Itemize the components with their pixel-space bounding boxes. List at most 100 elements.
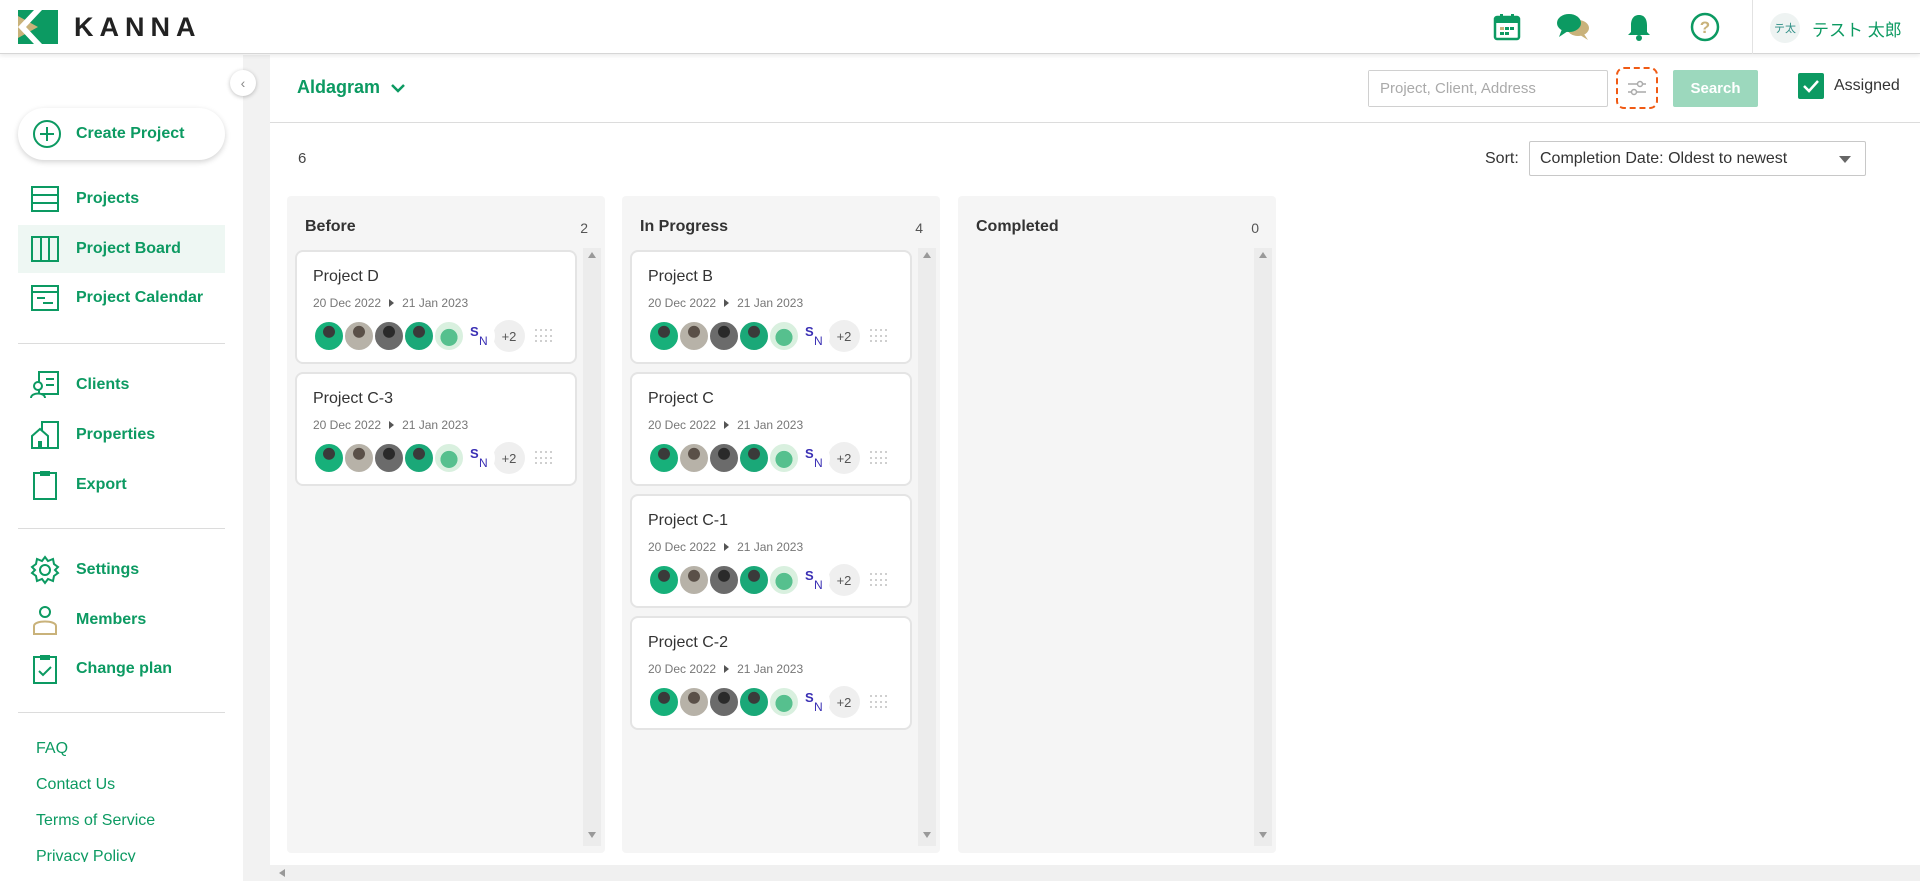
avatar-initials: SN	[798, 564, 830, 596]
card-title: Project C-1	[648, 512, 729, 529]
column-title: In Progress	[640, 218, 729, 235]
card-date-range: 20 Dec 2022 21 Jan 2023	[648, 296, 803, 310]
arrow-right-icon	[389, 421, 395, 429]
clipboard-check-icon	[30, 654, 60, 684]
chat-icon[interactable]	[1556, 10, 1590, 44]
faq-link[interactable]: FAQ	[36, 740, 68, 758]
sidebar-item-label: Members	[76, 611, 147, 628]
drag-handle-icon[interactable]	[535, 451, 553, 465]
sidebar-item-project-board[interactable]: Project Board	[18, 225, 225, 273]
drag-handle-icon[interactable]	[870, 573, 888, 587]
scroll-down-icon[interactable]	[923, 832, 931, 838]
search-box	[1368, 70, 1608, 107]
arrow-right-icon	[724, 421, 730, 429]
end-date: 21 Jan 2023	[737, 418, 804, 432]
card-title: Project C-2	[648, 634, 729, 651]
sidebar-item-export[interactable]: Export	[18, 461, 225, 509]
calendar-icon[interactable]	[1490, 10, 1524, 44]
sidebar-item-project-calendar[interactable]: Project Calendar	[18, 274, 225, 322]
avatar	[738, 564, 770, 596]
card-title: Project B	[648, 268, 713, 285]
column-scrollbar[interactable]	[918, 248, 936, 846]
terms-link[interactable]: Terms of Service	[36, 812, 155, 830]
more-assignees-badge[interactable]: +2	[828, 564, 860, 596]
sidebar-divider	[18, 528, 225, 529]
project-card[interactable]: Project C-3 20 Dec 2022 21 Jan 2023 SN +2	[295, 372, 577, 486]
board-column-before: Before 2 Project D 20 Dec 2022 21 Jan 202…	[287, 196, 605, 853]
scroll-left-icon[interactable]	[279, 869, 285, 877]
help-icon[interactable]: ?	[1688, 10, 1722, 44]
end-date: 21 Jan 2023	[737, 540, 804, 554]
sidebar-item-label: Properties	[76, 426, 156, 443]
start-date: 20 Dec 2022	[648, 418, 717, 432]
card-date-range: 20 Dec 2022 21 Jan 2023	[313, 418, 468, 432]
sidebar-divider	[18, 712, 225, 713]
sidebar-item-members[interactable]: Members	[18, 596, 225, 644]
column-scrollbar[interactable]	[1254, 248, 1272, 846]
avatar	[343, 320, 375, 352]
column-title: Before	[305, 218, 356, 235]
scroll-down-icon[interactable]	[588, 832, 596, 838]
more-assignees-badge[interactable]: +2	[493, 442, 525, 474]
project-card[interactable]: Project B 20 Dec 2022 21 Jan 2023 SN +2	[630, 250, 912, 364]
card-title: Project C	[648, 390, 714, 407]
sliders-icon	[1628, 80, 1646, 96]
project-card[interactable]: Project C-2 20 Dec 2022 21 Jan 2023 SN +2	[630, 616, 912, 730]
avatar-initials: SN	[798, 686, 830, 718]
avatar	[313, 320, 345, 352]
list-icon	[30, 184, 60, 214]
user-menu[interactable]: テ太 テスト 太郎	[1770, 13, 1902, 43]
column-scrollbar[interactable]	[583, 248, 601, 846]
sidebar-item-settings[interactable]: Settings	[18, 546, 225, 594]
avatar	[708, 564, 740, 596]
privacy-link[interactable]: Privacy Policy	[36, 848, 136, 862]
horizontal-scrollbar[interactable]	[270, 865, 1920, 881]
scroll-up-icon[interactable]	[588, 252, 596, 258]
avatar	[313, 442, 345, 474]
contact-us-link[interactable]: Contact Us	[36, 776, 115, 794]
more-assignees-badge[interactable]: +2	[828, 320, 860, 352]
column-count: 0	[1251, 220, 1259, 236]
drag-handle-icon[interactable]	[535, 329, 553, 343]
scroll-down-icon[interactable]	[1259, 832, 1267, 838]
filter-button[interactable]	[1616, 67, 1658, 109]
sort-select[interactable]: Completion Date: Oldest to newest	[1529, 141, 1866, 176]
scroll-up-icon[interactable]	[923, 252, 931, 258]
chevron-down-icon	[391, 83, 405, 93]
project-card[interactable]: Project D 20 Dec 2022 21 Jan 2023 SN +2	[295, 250, 577, 364]
drag-handle-icon[interactable]	[870, 329, 888, 343]
checkmark-icon	[1798, 73, 1824, 99]
company-selector[interactable]: Aldagram	[297, 77, 406, 98]
more-assignees-badge[interactable]: +2	[493, 320, 525, 352]
drag-handle-icon[interactable]	[870, 695, 888, 709]
more-assignees-badge[interactable]: +2	[828, 686, 860, 718]
avatar	[648, 320, 680, 352]
card-title: Project D	[313, 268, 379, 285]
sidebar-item-label: Projects	[76, 190, 140, 207]
sidebar-item-change-plan[interactable]: Change plan	[18, 645, 225, 693]
start-date: 20 Dec 2022	[648, 662, 717, 676]
sidebar-item-clients[interactable]: Clients	[18, 361, 225, 409]
sidebar-item-properties[interactable]: Properties	[18, 411, 225, 459]
caret-down-icon	[1839, 156, 1851, 163]
project-card[interactable]: Project C-1 20 Dec 2022 21 Jan 2023 SN +2	[630, 494, 912, 608]
building-icon	[30, 420, 60, 450]
kanna-logo[interactable]: KANNA	[18, 10, 202, 44]
more-assignees-badge[interactable]: +2	[828, 442, 860, 474]
assigned-checkbox[interactable]: Assigned	[1798, 73, 1900, 99]
scroll-up-icon[interactable]	[1259, 252, 1267, 258]
avatar-initials: SN	[463, 320, 495, 352]
company-name: Aldagram	[297, 77, 381, 97]
collapse-sidebar-button[interactable]: ‹	[230, 70, 256, 96]
sidebar-item-label: Project Board	[76, 240, 181, 257]
sidebar-item-projects[interactable]: Projects	[18, 175, 225, 223]
avatar	[768, 320, 800, 352]
search-input[interactable]	[1369, 71, 1559, 106]
project-card[interactable]: Project C 20 Dec 2022 21 Jan 2023 SN +2	[630, 372, 912, 486]
create-project-button[interactable]: Create Project	[18, 108, 225, 160]
brand-name: KANNA	[74, 11, 202, 42]
bell-icon[interactable]	[1622, 10, 1656, 44]
search-button[interactable]: Search	[1673, 70, 1758, 107]
start-date: 20 Dec 2022	[313, 296, 382, 310]
drag-handle-icon[interactable]	[870, 451, 888, 465]
